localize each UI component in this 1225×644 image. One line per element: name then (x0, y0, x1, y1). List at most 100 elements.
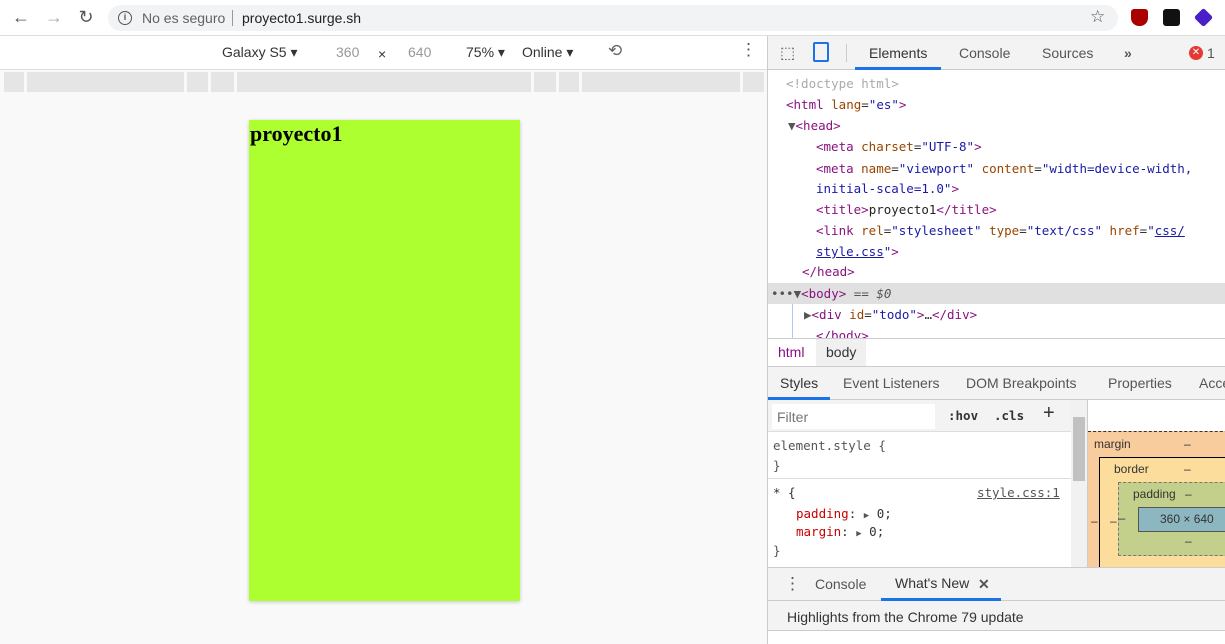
rotate-icon[interactable]: ⟲ (608, 41, 622, 61)
dom-node-head[interactable]: ▼<head> (788, 116, 841, 136)
tab-styles[interactable]: Styles (768, 367, 831, 400)
tab-event-listeners[interactable]: Event Listeners (831, 367, 952, 400)
divider (768, 478, 1071, 479)
device-viewport: proyecto1 (249, 120, 520, 601)
box-border[interactable]: border – – padding – – – 360 × 640 (1099, 457, 1225, 567)
cls-button[interactable]: .cls (994, 408, 1024, 423)
element-style-selector[interactable]: element.style { (773, 436, 886, 456)
more-options-icon[interactable]: ⋮ (740, 40, 757, 60)
property-value[interactable]: 0; (877, 506, 892, 521)
rule-selector[interactable]: * { (773, 483, 796, 503)
dom-node-div[interactable]: ▶<div id="todo">…</div> (804, 305, 977, 325)
padding-top-value[interactable]: – (1185, 487, 1192, 501)
breadcrumb-body[interactable]: body (816, 339, 867, 366)
forward-button[interactable]: → (42, 6, 66, 30)
extension-icon[interactable] (1193, 7, 1214, 28)
back-button[interactable]: ← (9, 6, 33, 30)
scrollbar-thumb[interactable] (1073, 417, 1085, 481)
media-query-segment[interactable] (743, 72, 764, 92)
tab-accessibility[interactable]: Acce (1187, 367, 1225, 400)
dom-node-body-close[interactable]: </body> (816, 326, 869, 338)
bookmark-star-icon[interactable]: ☆ (1090, 7, 1105, 27)
error-count[interactable]: 1 (1207, 45, 1215, 61)
breadcrumb: html body (768, 338, 1225, 367)
new-rule-button[interactable]: + (1043, 402, 1055, 425)
collapsed-ellipsis: … (924, 307, 932, 322)
property-name: padding (796, 506, 849, 521)
dom-node-meta-viewport-cont[interactable]: initial-scale=1.0"> (816, 179, 959, 199)
margin-top-value[interactable]: – (1184, 437, 1191, 451)
styles-pane: :hov .cls + element.style { } * { style.… (768, 400, 1071, 567)
breadcrumb-html[interactable]: html (768, 339, 814, 366)
zoom-select[interactable]: 75% ▾ (466, 44, 505, 61)
dom-node-head-close[interactable]: </head> (802, 262, 855, 282)
dom-node-doctype[interactable]: <!doctype html> (786, 74, 899, 94)
rule-source-link[interactable]: style.css:1 (977, 483, 1060, 503)
devtools-panel: ⬚ Elements Console Sources » ✕ 1 <!docty… (767, 36, 1225, 644)
css-property[interactable]: padding: ▶ 0; (796, 504, 892, 524)
divider (846, 44, 847, 62)
media-query-segment[interactable] (27, 72, 184, 92)
tab-dom-breakpoints[interactable]: DOM Breakpoints (954, 367, 1088, 400)
border-left-value[interactable]: – (1110, 514, 1117, 528)
box-model-diagram: margin – – border – – padding – – – 360 … (1087, 400, 1225, 567)
whats-new-content: Highlights from the Chrome 79 update (768, 601, 1225, 631)
info-icon[interactable]: i (118, 11, 132, 25)
close-icon[interactable]: ✕ (978, 576, 990, 593)
drawer-menu-icon[interactable]: ⋮ (784, 574, 801, 594)
media-query-segment[interactable] (534, 72, 556, 92)
border-top-value[interactable]: – (1184, 462, 1191, 476)
dom-node-link-cont[interactable]: style.css"> (816, 242, 899, 262)
error-icon[interactable]: ✕ (1189, 46, 1203, 60)
device-select[interactable]: Galaxy S5 ▾ (222, 44, 298, 61)
more-tabs-button[interactable]: » (1110, 36, 1146, 70)
hov-button[interactable]: :hov (948, 408, 978, 423)
dom-node-meta-viewport[interactable]: <meta name="viewport" content="width=dev… (816, 159, 1192, 179)
box-content-size[interactable]: 360 × 640 (1138, 507, 1225, 532)
media-query-segment[interactable] (187, 72, 208, 92)
media-query-segment[interactable] (211, 72, 234, 92)
media-query-segment[interactable] (237, 72, 531, 92)
reload-button[interactable]: ↻ (74, 6, 98, 30)
zoom-value: 75% (466, 44, 495, 60)
margin-left-value[interactable]: – (1091, 514, 1098, 528)
extension-icon[interactable] (1163, 9, 1180, 26)
divider (232, 10, 233, 26)
ublock-extension-icon[interactable] (1131, 9, 1148, 26)
dom-node-body[interactable]: •••▼<body> == $0 (771, 284, 891, 304)
device-toggle-icon[interactable] (813, 42, 829, 62)
close-brace: } (773, 543, 781, 558)
browser-toolbar: ← → ↻ i No es seguro proyecto1.surge.sh … (0, 0, 1225, 36)
box-margin[interactable]: margin – – border – – padding – – – 360 … (1088, 431, 1225, 567)
dom-node-html[interactable]: <html lang="es"> (786, 95, 906, 115)
media-query-segment[interactable] (559, 72, 579, 92)
devtools-tabbar: ⬚ Elements Console Sources » ✕ 1 (768, 36, 1225, 70)
padding-bottom-value[interactable]: – (1185, 534, 1192, 548)
filter-input[interactable] (772, 404, 935, 429)
width-input[interactable]: 360 (336, 44, 359, 60)
styles-scrollbar[interactable] (1071, 400, 1087, 567)
address-bar[interactable]: i No es seguro proyecto1.surge.sh ☆ (108, 5, 1118, 31)
device-toolbar: Galaxy S5 ▾ 360 × 640 75% ▾ Online ▾ ⟲ ⋮ (0, 36, 767, 70)
drawer-tab-console[interactable]: Console (801, 568, 880, 601)
dom-node-title[interactable]: <title>proyecto1</title> (816, 200, 997, 220)
property-value[interactable]: 0; (869, 524, 884, 539)
box-padding[interactable]: padding – – – 360 × 640 (1118, 482, 1225, 556)
media-query-segment[interactable] (4, 72, 24, 92)
device-name: Galaxy S5 (222, 44, 287, 60)
property-name: margin (796, 524, 842, 539)
tab-console[interactable]: Console (945, 36, 1024, 70)
media-query-segment[interactable] (582, 72, 740, 92)
tab-properties[interactable]: Properties (1096, 367, 1184, 400)
css-property[interactable]: margin: ▶ 0; (796, 522, 884, 542)
padding-left-value[interactable]: – (1117, 511, 1127, 525)
dom-node-meta[interactable]: <meta charset="UTF-8"> (816, 137, 982, 157)
inspect-element-icon[interactable]: ⬚ (780, 43, 795, 63)
padding-label: padding (1133, 487, 1176, 501)
tab-elements[interactable]: Elements (855, 36, 942, 70)
tab-sources[interactable]: Sources (1028, 36, 1107, 70)
network-select[interactable]: Online ▾ (522, 44, 573, 61)
url-text[interactable]: proyecto1.surge.sh (242, 10, 361, 26)
height-input[interactable]: 640 (408, 44, 431, 60)
dom-node-link[interactable]: <link rel="stylesheet" type="text/css" h… (816, 221, 1185, 241)
